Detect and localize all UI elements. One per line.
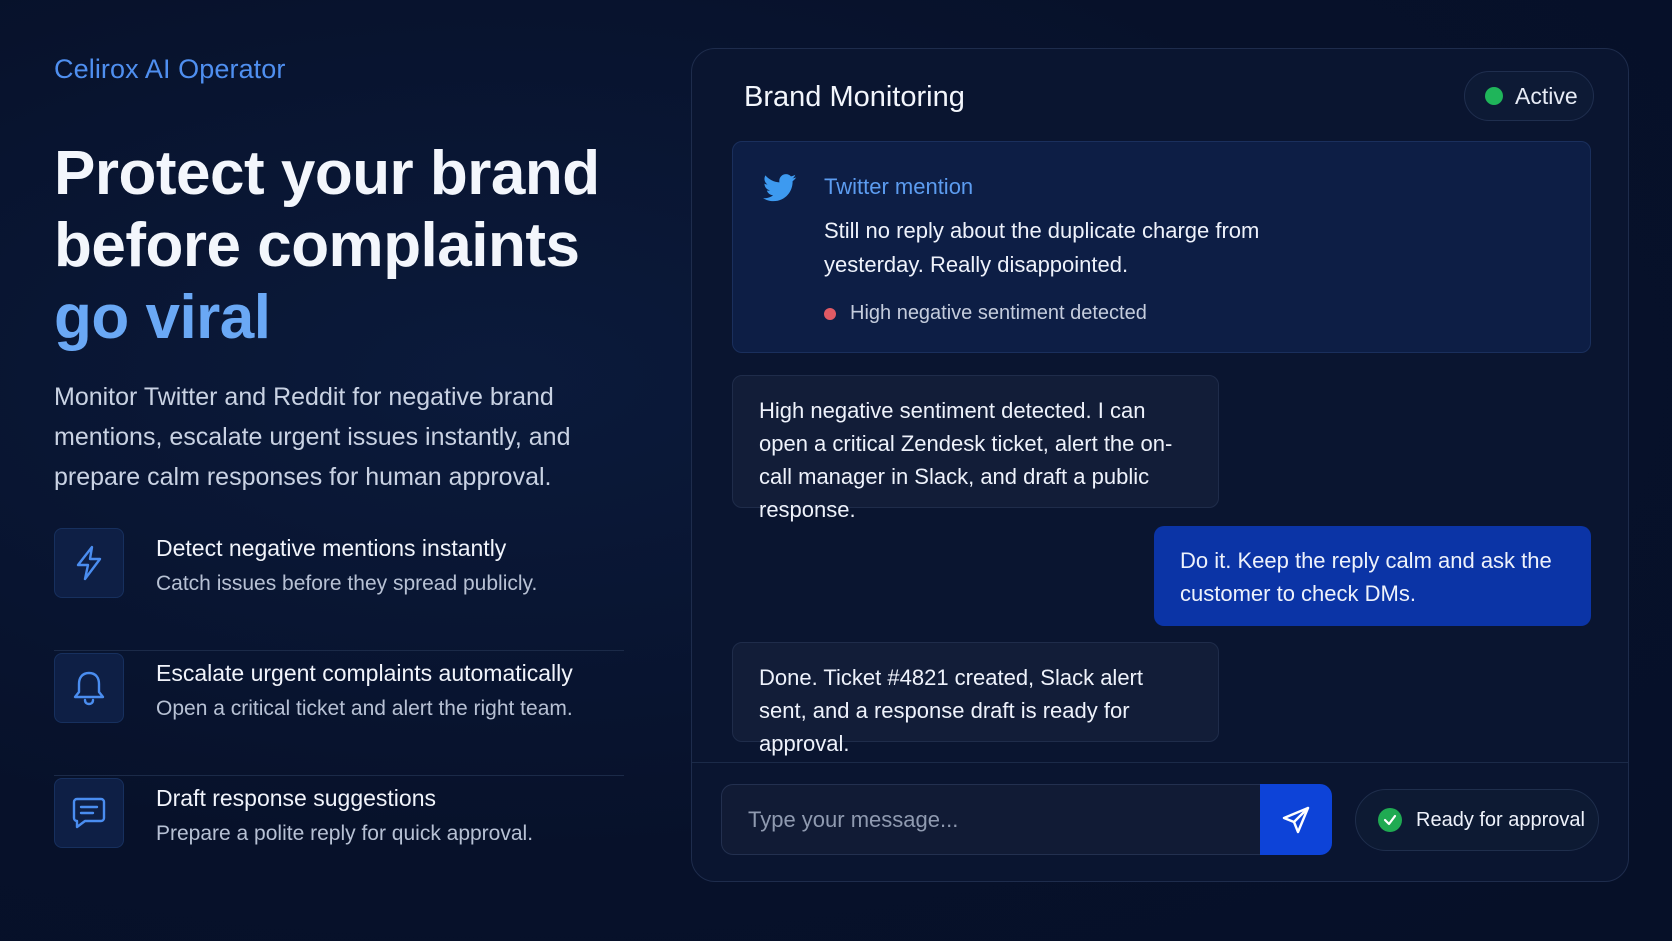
brand-name: Celirox AI Operator <box>54 54 286 84</box>
composer-divider <box>692 762 1628 763</box>
status-badge: Active <box>1464 71 1594 121</box>
hero-subtitle: Monitor Twitter and Reddit for negative … <box>54 383 571 491</box>
chat-icon <box>54 778 124 848</box>
send-button[interactable] <box>1260 784 1332 855</box>
sentiment-dot-icon <box>824 307 836 320</box>
status-dot-icon <box>1485 87 1503 105</box>
check-icon <box>1378 808 1402 832</box>
feature-title: Escalate urgent complaints automatically <box>156 660 573 686</box>
approval-label: Ready for approval <box>1416 808 1585 831</box>
user-message: Do it. Keep the reply calm and ask the c… <box>1154 526 1591 626</box>
assistant-message: Done. Ticket #4821 created, Slack alert … <box>732 642 1219 756</box>
feature-list: Detect negative mentions instantly Catch… <box>54 526 624 901</box>
brand-monitoring-panel: Brand Monitoring Active Twitter mention … <box>691 48 1629 882</box>
feature-item: Escalate urgent complaints automatically… <box>54 651 624 776</box>
status-label: Active <box>1515 82 1578 109</box>
feature-title: Detect negative mentions instantly <box>156 535 507 561</box>
message-input[interactable]: Type your message... <box>721 784 1260 855</box>
sentiment-label: High negative sentiment detected <box>850 302 1147 324</box>
hero-headline: Protect your brand before complaints go … <box>54 138 600 354</box>
feature-item: Detect negative mentions instantly Catch… <box>54 526 624 651</box>
page: Celirox AI Operator Protect your brand b… <box>0 0 1672 941</box>
feature-description: Catch issues before they spread publicly… <box>156 572 538 595</box>
assistant-message: High negative sentiment detected. I can … <box>732 375 1219 522</box>
bell-icon <box>54 653 124 723</box>
sentiment-indicator: High negative sentiment detected <box>824 302 1147 325</box>
mention-text: Still no reply about the duplicate charg… <box>824 218 1260 277</box>
mention-source: Twitter mention <box>824 174 974 199</box>
lightning-icon <box>54 528 124 598</box>
feature-description: Open a critical ticket and alert the rig… <box>156 697 573 720</box>
feature-item: Draft response suggestions Prepare a pol… <box>54 776 624 901</box>
headline-line-2: before complaints <box>54 211 580 280</box>
feature-description: Prepare a polite reply for quick approva… <box>156 822 534 845</box>
headline-accent: go viral <box>54 283 271 352</box>
twitter-icon <box>763 174 797 207</box>
panel-title: Brand Monitoring <box>744 81 965 113</box>
ready-for-approval-badge[interactable]: Ready for approval <box>1355 789 1599 851</box>
mention-card[interactable]: Twitter mention Still no reply about the… <box>732 141 1591 353</box>
send-icon <box>1282 806 1310 833</box>
feature-title: Draft response suggestions <box>156 785 436 811</box>
headline-line-1: Protect your brand <box>54 139 600 208</box>
